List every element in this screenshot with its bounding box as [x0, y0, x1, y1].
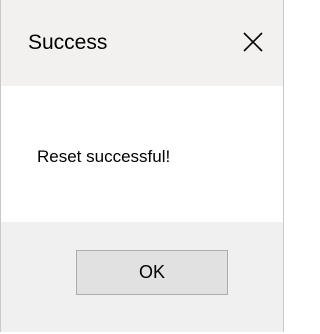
- dialog-title: Success: [28, 31, 108, 54]
- title-bar: Success: [1, 0, 283, 86]
- close-icon: [243, 32, 263, 52]
- message-dialog: Success Reset successful! OK: [0, 0, 284, 332]
- close-button[interactable]: [229, 18, 277, 66]
- dialog-content: Reset successful!: [1, 86, 283, 222]
- button-bar: OK: [1, 222, 283, 332]
- ok-button[interactable]: OK: [76, 250, 228, 295]
- message-text: Reset successful!: [37, 147, 171, 166]
